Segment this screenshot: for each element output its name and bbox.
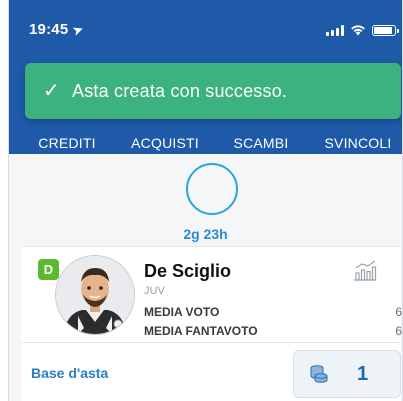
player-name: De Sciglio [144,261,232,281]
coins-icon [310,365,328,383]
stats-chart-icon[interactable] [353,259,377,281]
status-icons [326,24,399,36]
success-toast[interactable]: ✓ Asta creata con successo. [25,63,401,119]
stat-label: CREDITI [38,135,96,151]
wifi-icon [351,25,365,36]
check-icon: ✓ [43,80,60,102]
player-avatar [55,255,135,335]
stat-row-label: MEDIA FANTAVOTO [144,324,258,338]
status-time: 19:45 ➤ [29,21,86,39]
status-bar: 19:45 ➤ [9,0,402,44]
role-badge: D [38,259,59,280]
timer-ring-icon [186,163,238,215]
app-screen: 19:45➤ 270 CREDITI ∞ ACQUI [8,0,403,401]
stat-label: SVINCOLI [324,135,392,151]
stat-row-value: 6 [395,305,402,319]
toast-message: Asta creata con successo. [72,81,288,101]
signal-icon [326,24,344,36]
stat-label: ACQUISTI [131,135,199,151]
battery-icon [372,24,399,36]
bid-row: Base d'asta 1 [21,342,401,401]
status-time-text: 19:45 [29,21,69,38]
stat-row-label: MEDIA VOTO [144,305,220,319]
base-bid-value: 1 [357,363,369,385]
player-card[interactable]: D De Sciglio JUV MEDIA VOTO 6 MEDIA FANT… [21,246,402,343]
location-arrow-icon: ➤ [71,21,86,39]
stat-row-media-voto: MEDIA VOTO 6 [144,305,402,319]
base-bid-field[interactable]: 1 [293,350,401,398]
player-caricature-icon [56,256,134,334]
base-bid-label: Base d'asta [31,365,109,381]
stat-label: SCAMBI [233,135,289,151]
auction-timer: 2g 23h [9,154,402,244]
player-team: JUV [144,285,165,297]
stat-row-value: 6 [395,324,402,338]
timer-remaining: 2g 23h [183,226,228,242]
stat-row-media-fantavoto: MEDIA FANTAVOTO 6 [144,324,402,338]
